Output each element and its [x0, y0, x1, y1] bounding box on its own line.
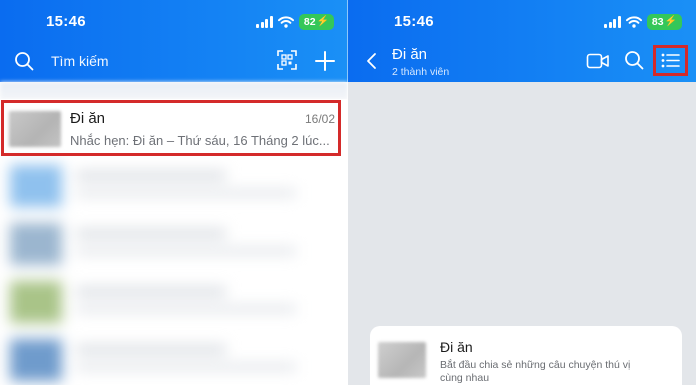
blurred-text: [76, 171, 226, 180]
chat-header: 15:46 83 ⚡ Đi ăn 2 thành viên: [348, 0, 696, 82]
blurred-avatar: [10, 281, 62, 323]
status-time: 15:46: [394, 13, 434, 30]
intro-card-text: Bắt đầu chia sẻ những câu chuyện thú vị …: [440, 359, 631, 384]
signal-icon: [604, 16, 621, 28]
chat-item-preview: Nhắc hẹn: Đi ăn – Thứ sáu, 16 Tháng 2 lú…: [70, 133, 330, 148]
blurred-text: [76, 247, 296, 255]
search-icon[interactable]: [14, 51, 34, 71]
video-call-icon[interactable]: [586, 51, 610, 71]
charging-bolt-icon: ⚡: [316, 16, 329, 27]
group-avatar: [9, 111, 61, 147]
options-menu-button[interactable]: [653, 45, 688, 76]
battery-icon: 83 ⚡: [646, 14, 682, 30]
chat-title[interactable]: Đi ăn: [392, 46, 427, 63]
wifi-icon: [277, 16, 294, 28]
blurred-avatar: [10, 223, 62, 265]
battery-icon: 82 ⚡: [298, 14, 334, 30]
charging-bolt-icon: ⚡: [664, 16, 677, 27]
list-menu-icon: [661, 53, 680, 68]
group-avatar: [378, 342, 426, 378]
intro-card-title: Đi ăn: [440, 339, 473, 355]
chat-item-name: Đi ăn: [70, 110, 106, 127]
chat-message-area: Đi ăn Bắt đầu chia sẻ những câu chuyện t…: [348, 82, 696, 385]
blurred-text: [76, 345, 226, 354]
qr-scan-icon[interactable]: [277, 50, 297, 70]
chat-item-date: 16/02: [304, 112, 335, 126]
status-icons: 82 ⚡: [256, 14, 334, 30]
blurred-text: [76, 189, 296, 197]
blurred-avatar: [10, 165, 62, 207]
blurred-row-top: [0, 82, 348, 100]
wifi-icon: [625, 16, 642, 28]
blurred-row: [0, 331, 348, 385]
search-icon[interactable]: [624, 50, 644, 70]
blurred-row: [0, 273, 348, 329]
signal-icon: [256, 16, 273, 28]
blurred-row: [0, 157, 348, 213]
blurred-chat-rows: [0, 157, 348, 385]
add-icon[interactable]: [314, 50, 336, 72]
status-time: 15:46: [46, 13, 86, 30]
group-chat-screen: 15:46 83 ⚡ Đi ăn 2 thành viên Đi ăn Bắt …: [348, 0, 696, 385]
battery-level: 82: [303, 16, 316, 28]
blurred-text: [76, 287, 226, 296]
blurred-avatar: [10, 339, 62, 381]
blurred-text: [76, 229, 226, 238]
blurred-text: [76, 305, 296, 313]
group-intro-card: Đi ăn Bắt đầu chia sẻ những câu chuyện t…: [370, 326, 682, 385]
battery-level: 83: [651, 16, 664, 28]
back-arrow-icon[interactable]: [365, 52, 379, 70]
blurred-text: [76, 363, 296, 371]
chat-list: Đi ăn 16/02 Nhắc hẹn: Đi ăn – Thứ sáu, 1…: [0, 82, 348, 385]
search-input[interactable]: Tìm kiếm: [51, 53, 109, 69]
member-count: 2 thành viên: [392, 66, 450, 78]
chat-list-header: 15:46 82 ⚡ Tìm kiếm: [0, 0, 348, 82]
status-icons: 83 ⚡: [604, 14, 682, 30]
screenshot-root: 15:46 82 ⚡ Tìm kiếm Đi ăn 16/02 Nhắc hẹn…: [0, 0, 696, 385]
chat-list-item[interactable]: Đi ăn 16/02 Nhắc hẹn: Đi ăn – Thứ sáu, 1…: [0, 99, 348, 157]
screen-divider: [347, 0, 348, 385]
chat-list-screen: 15:46 82 ⚡ Tìm kiếm Đi ăn 16/02 Nhắc hẹn…: [0, 0, 348, 385]
blurred-row: [0, 215, 348, 271]
